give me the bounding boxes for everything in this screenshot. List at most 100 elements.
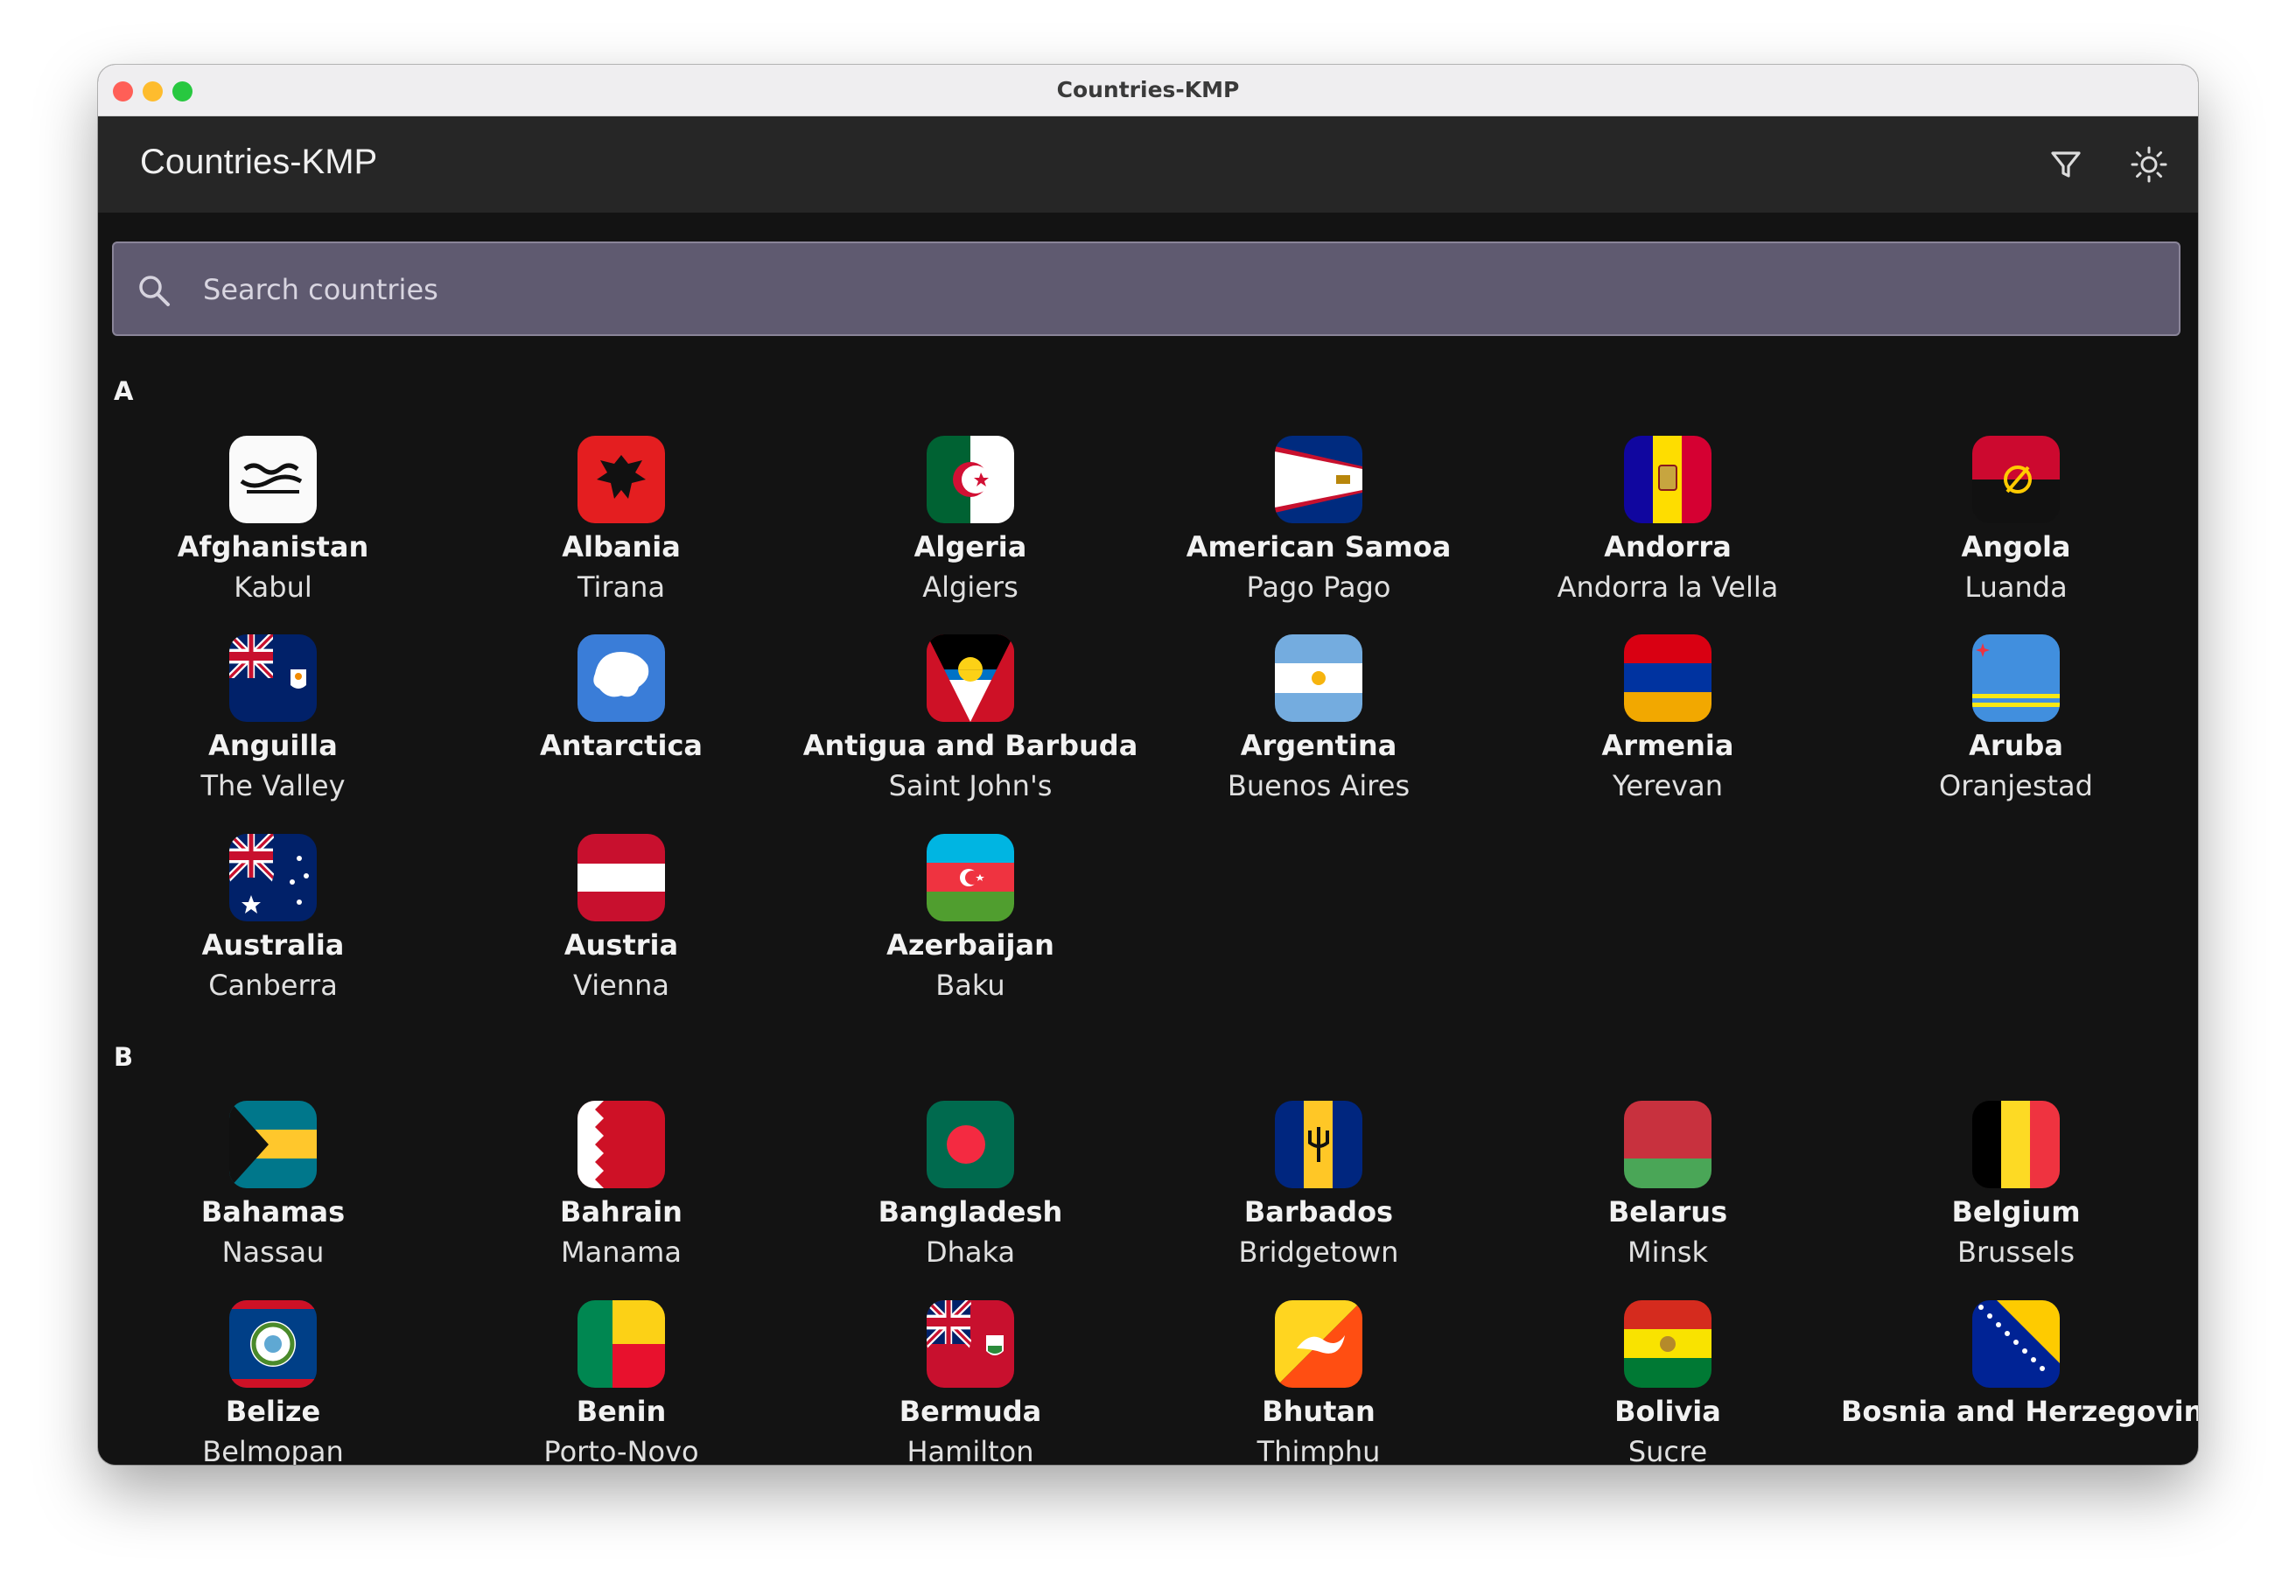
- flag-icon: [229, 1300, 317, 1388]
- flag-icon: [927, 634, 1014, 722]
- country-item[interactable]: Bahamas Nassau: [98, 1101, 448, 1269]
- country-item[interactable]: Belarus Minsk: [1493, 1101, 1843, 1269]
- section-header: A: [114, 376, 134, 406]
- country-item[interactable]: Andorra Andorra la Vella: [1493, 436, 1843, 604]
- country-name: Anguilla: [208, 729, 338, 762]
- country-item[interactable]: Albania Tirana: [446, 436, 796, 604]
- flag-icon: [1275, 1101, 1362, 1188]
- country-item[interactable]: Austria Vienna: [446, 834, 796, 1002]
- country-name: Afghanistan: [177, 530, 369, 564]
- flag-icon: [1624, 1300, 1712, 1388]
- country-name: American Samoa: [1186, 530, 1452, 564]
- country-item[interactable]: Bolivia Sucre: [1493, 1300, 1843, 1465]
- country-capital: Manama: [561, 1236, 682, 1269]
- country-capital: Tirana: [577, 570, 666, 604]
- country-item[interactable]: Belize Belmopan: [98, 1300, 448, 1465]
- flag-icon: [578, 634, 665, 722]
- country-item[interactable]: Armenia Yerevan: [1493, 634, 1843, 802]
- flag-icon: [927, 834, 1014, 921]
- country-name: Angola: [1961, 530, 2071, 564]
- app-title: Countries-KMP: [140, 143, 378, 181]
- filter-button[interactable]: [2045, 144, 2087, 186]
- country-item[interactable]: Australia Canberra: [98, 834, 448, 1002]
- country-capital: Algiers: [922, 570, 1018, 604]
- flag-icon: [1275, 436, 1362, 523]
- flag-icon: [229, 834, 317, 921]
- flag-icon: [578, 436, 665, 523]
- flag-icon: [1624, 436, 1712, 523]
- country-item[interactable]: Argentina Buenos Aires: [1144, 634, 1494, 802]
- search-input[interactable]: [201, 243, 2130, 336]
- country-name: Azerbaijan: [886, 928, 1054, 962]
- country-capital: Baku: [935, 969, 1005, 1002]
- country-capital: Canberra: [208, 969, 338, 1002]
- country-item[interactable]: Afghanistan Kabul: [98, 436, 448, 604]
- flag-icon: [578, 1300, 665, 1388]
- flag-icon: [229, 634, 317, 722]
- country-capital: Porto-Novo: [543, 1435, 699, 1465]
- country-name: Bhutan: [1262, 1395, 1376, 1428]
- country-item[interactable]: Barbados Bridgetown: [1144, 1101, 1494, 1269]
- country-item[interactable]: Benin Porto-Novo: [446, 1300, 796, 1465]
- flag-icon: [1972, 1300, 2060, 1388]
- country-capital: Brussels: [1957, 1236, 2075, 1269]
- window-title: Countries-KMP: [1056, 77, 1240, 102]
- search-bar[interactable]: [112, 242, 2180, 336]
- flag-icon: [1972, 1101, 2060, 1188]
- country-capital: Hamilton: [906, 1435, 1034, 1465]
- country-item[interactable]: Bosnia and Herzegovina: [1841, 1300, 2198, 1435]
- country-item[interactable]: Bermuda Hamilton: [795, 1300, 1145, 1465]
- country-name: Algeria: [914, 530, 1027, 564]
- flag-icon: [927, 1300, 1014, 1388]
- country-item[interactable]: Anguilla The Valley: [98, 634, 448, 802]
- country-name: Antigua and Barbuda: [802, 729, 1138, 762]
- country-capital: Oranjestad: [1939, 769, 2093, 802]
- country-item[interactable]: Bahrain Manama: [446, 1101, 796, 1269]
- country-item[interactable]: Antigua and Barbuda Saint John's: [795, 634, 1145, 802]
- country-capital: Belmopan: [202, 1435, 344, 1465]
- country-capital: Vienna: [573, 969, 669, 1002]
- country-item[interactable]: Bhutan Thimphu: [1144, 1300, 1494, 1465]
- country-name: Bahrain: [560, 1195, 682, 1228]
- country-name: Albania: [562, 530, 681, 564]
- country-name: Belarus: [1607, 1195, 1728, 1228]
- filter-icon: [2051, 151, 2081, 178]
- country-name: Argentina: [1240, 729, 1397, 762]
- theme-toggle-button[interactable]: [2128, 144, 2170, 186]
- country-item[interactable]: Angola Luanda: [1841, 436, 2191, 604]
- country-capital: Nassau: [221, 1236, 325, 1269]
- country-name: Bangladesh: [878, 1195, 1063, 1228]
- flag-icon: [578, 834, 665, 921]
- country-name: Antarctica: [539, 729, 703, 762]
- country-item[interactable]: American Samoa Pago Pago: [1144, 436, 1494, 604]
- country-capital: Thimphu: [1256, 1435, 1381, 1465]
- country-capital: Buenos Aires: [1227, 769, 1410, 802]
- country-item[interactable]: Aruba Oranjestad: [1841, 634, 2191, 802]
- country-capital: Bridgetown: [1238, 1236, 1399, 1269]
- country-item[interactable]: Azerbaijan Baku: [795, 834, 1145, 1002]
- country-capital: Andorra la Vella: [1557, 570, 1779, 604]
- country-item[interactable]: Belgium Brussels: [1841, 1101, 2191, 1269]
- country-item[interactable]: Bangladesh Dhaka: [795, 1101, 1145, 1269]
- search-icon: [139, 276, 170, 306]
- country-capital: Luanda: [1964, 570, 2068, 604]
- country-capital: Kabul: [234, 570, 312, 604]
- country-name: Armenia: [1601, 729, 1734, 762]
- flag-icon: [229, 436, 317, 523]
- country-name: Aruba: [1969, 729, 2063, 762]
- country-capital: Saint John's: [888, 769, 1053, 802]
- flag-icon: [927, 436, 1014, 523]
- country-item[interactable]: Algeria Algiers: [795, 436, 1145, 604]
- flag-icon: [1972, 634, 2060, 722]
- section-header: B: [114, 1042, 134, 1072]
- flag-icon: [1624, 634, 1712, 722]
- app-window: Countries-KMP Countries-KMP Search count…: [98, 65, 2198, 1465]
- flag-icon: [1275, 1300, 1362, 1388]
- flag-icon: [927, 1101, 1014, 1188]
- country-name: Benin: [576, 1395, 667, 1428]
- country-capital: Minsk: [1628, 1236, 1708, 1269]
- flag-icon: [229, 1101, 317, 1188]
- flag-icon: [578, 1101, 665, 1188]
- country-item[interactable]: Antarctica: [446, 634, 796, 769]
- country-name: Barbados: [1243, 1195, 1394, 1228]
